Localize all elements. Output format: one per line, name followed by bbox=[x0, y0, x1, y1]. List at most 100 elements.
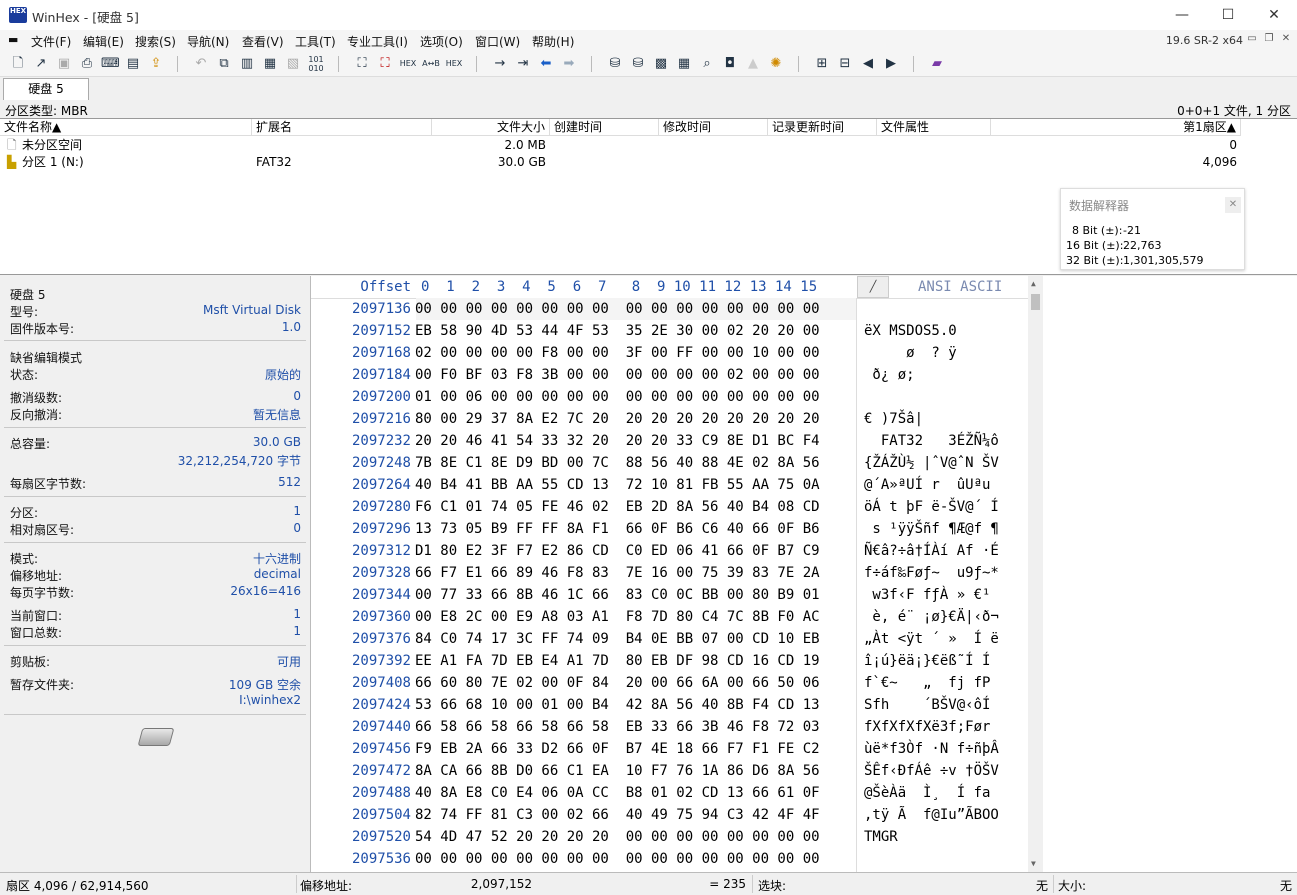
column-header-size[interactable]: 文件大小 bbox=[432, 119, 550, 136]
next-window-icon[interactable]: ▶ bbox=[882, 55, 900, 73]
previous-window-icon[interactable]: ◀ bbox=[859, 55, 877, 73]
ram-editor-icon[interactable]: ▩ bbox=[652, 55, 670, 73]
hex-row[interactable]: 2097280 F6 C1 01 74 05 FE 46 02 EB 2D 8A … bbox=[311, 496, 1028, 518]
find-text-icon[interactable]: ⛶ bbox=[353, 55, 371, 73]
copy-icon[interactable]: ⧉ bbox=[215, 55, 233, 73]
replace-hex-icon[interactable]: A↔B bbox=[422, 55, 440, 73]
hex-row-ascii[interactable]: TMGR bbox=[864, 826, 1024, 848]
hex-row[interactable]: 2097184 00 F0 BF 03 F8 3B 00 00 00 00 00 … bbox=[311, 364, 1028, 386]
column-header-attrs[interactable]: 文件属性 bbox=[877, 119, 991, 136]
hex-row-bytes[interactable]: 82 74 FF 81 C3 00 02 66 40 49 75 94 C3 4… bbox=[415, 804, 851, 826]
hex-row[interactable]: 2097376 84 C0 74 17 3C FF 74 09 B4 0E BB … bbox=[311, 628, 1028, 650]
menu-help[interactable]: 帮助(H) bbox=[532, 33, 574, 50]
close-button[interactable]: ✕ bbox=[1251, 0, 1297, 30]
hex-row-bytes[interactable]: F9 EB 2A 66 33 D2 66 0F B7 4E 18 66 F7 F… bbox=[415, 738, 851, 760]
hex-row-ascii[interactable]: ‚tÿ Ã f@Iu”ÃBOO bbox=[864, 804, 1024, 826]
find-hex-icon[interactable]: ⛶ bbox=[376, 55, 394, 73]
hex-row[interactable]: 2097344 00 77 33 66 8B 46 1C 66 83 C0 0C … bbox=[311, 584, 1028, 606]
column-header-ext[interactable]: 扩展名 bbox=[252, 119, 432, 136]
tab-disk-5[interactable]: 硬盘 5 bbox=[3, 78, 89, 100]
menu-pro-tools[interactable]: 专业工具(I) bbox=[347, 33, 408, 50]
hex-row-ascii[interactable]: öÁ t þF ë-ŠV@´ Í bbox=[864, 496, 1024, 518]
hex-row-bytes[interactable]: 40 8A E8 C0 E4 06 0A CC B8 01 02 CD 13 6… bbox=[415, 782, 851, 804]
column-header-recorded[interactable]: 记录更新时间 bbox=[768, 119, 877, 136]
scroll-thumb[interactable] bbox=[1031, 294, 1040, 310]
hex-editor[interactable]: Offset 0 1 2 3 4 5 6 7 8 9 10 11 12 13 1… bbox=[311, 276, 1043, 872]
hex-row-bytes[interactable]: 66 60 80 7E 02 00 0F 84 20 00 66 6A 00 6… bbox=[415, 672, 851, 694]
hex-row[interactable]: 2097440 66 58 66 58 66 58 66 58 EB 33 66 … bbox=[311, 716, 1028, 738]
hex-row-ascii[interactable]: ŠÊf‹ÐfÁê ÷v †ÖŠV bbox=[864, 760, 1024, 782]
clipboard-value[interactable]: 可用 bbox=[277, 653, 301, 670]
recover-icon[interactable]: ◘ bbox=[721, 55, 739, 73]
forward-icon[interactable]: ➡ bbox=[560, 55, 578, 73]
hex-row-ascii[interactable]: Ñ€â?÷â†ÍÀí Af ·É bbox=[864, 540, 1024, 562]
hex-row-ascii[interactable]: f÷áf‰Føƒ~ u9ƒ~* bbox=[864, 562, 1024, 584]
hex-row[interactable]: 2097264 40 B4 41 BB AA 55 CD 13 72 10 81 … bbox=[311, 474, 1028, 496]
hex-row-ascii[interactable]: „Àt <ÿt ´ » Í ë bbox=[864, 628, 1024, 650]
properties-icon[interactable]: ⌨ bbox=[101, 55, 120, 73]
hex-row[interactable]: 2097328 66 F7 E1 66 89 46 F8 83 7E 16 00 … bbox=[311, 562, 1028, 584]
hex-row-ascii[interactable]: € )7Šâ| bbox=[864, 408, 1024, 430]
cascade-windows-icon[interactable]: ⊟ bbox=[836, 55, 854, 73]
hex-row-bytes[interactable]: 20 20 46 41 54 33 32 20 20 20 33 C9 8E D… bbox=[415, 430, 851, 452]
hex-row-bytes[interactable]: 00 F0 BF 03 F8 3B 00 00 00 00 00 00 02 0… bbox=[415, 364, 851, 386]
hex-row-bytes[interactable]: 00 E8 2C 00 E9 A8 03 A1 F8 7D 80 C4 7C 8… bbox=[415, 606, 851, 628]
hex-row-bytes[interactable]: 84 C0 74 17 3C FF 74 09 B4 0E BB 07 00 C… bbox=[415, 628, 851, 650]
hex-row[interactable]: 2097312 D1 80 E2 3F F7 E2 86 CD C0 ED 06 … bbox=[311, 540, 1028, 562]
hex-row-bytes[interactable]: 66 F7 E1 66 89 46 F8 83 7E 16 00 75 39 8… bbox=[415, 562, 851, 584]
export-icon[interactable]: ⇪ bbox=[147, 55, 165, 73]
hex-row-bytes[interactable]: D1 80 E2 3F F7 E2 86 CD C0 ED 06 41 66 0… bbox=[415, 540, 851, 562]
hex-row-bytes[interactable]: 80 00 29 37 8A E2 7C 20 20 20 20 20 20 2… bbox=[415, 408, 851, 430]
search-icon[interactable]: ⌕ bbox=[698, 55, 716, 73]
offset-addr-value[interactable]: decimal bbox=[254, 567, 301, 581]
hex-row-ascii[interactable]: {ŽÁŽÙ½ |ˆV@ˆN ŠV bbox=[864, 452, 1024, 474]
open-disk-icon[interactable]: ⛁ bbox=[606, 55, 624, 73]
hex-row[interactable]: 2097200 01 00 06 00 00 00 00 00 00 00 00 … bbox=[311, 386, 1028, 408]
hex-row-bytes[interactable]: 54 4D 47 52 20 20 20 20 00 00 00 00 00 0… bbox=[415, 826, 851, 848]
clipboard-icon[interactable]: ▤ bbox=[124, 55, 142, 73]
mdi-minimize-icon[interactable]: ▭ bbox=[1244, 33, 1260, 47]
clone-disk-icon[interactable]: ⛁ bbox=[629, 55, 647, 73]
temp-folder-path[interactable]: I:\winhex2 bbox=[239, 693, 301, 707]
system-menu-icon[interactable]: ▬ bbox=[8, 33, 18, 46]
hex-row[interactable]: 2097136 00 00 00 00 00 00 00 00 00 00 00 … bbox=[311, 298, 1028, 320]
column-header-name[interactable]: 文件名称▲ bbox=[0, 119, 252, 136]
hex-row-bytes[interactable]: 53 66 68 10 00 01 00 B4 42 8A 56 40 8B F… bbox=[415, 694, 851, 716]
settings-gear-icon[interactable]: ✺ bbox=[767, 55, 785, 73]
hex-row[interactable]: 2097520 54 4D 47 52 20 20 20 20 00 00 00 … bbox=[311, 826, 1028, 848]
hex-row[interactable]: 2097216 80 00 29 37 8A E2 7C 20 20 20 20 … bbox=[311, 408, 1028, 430]
replace-text-icon[interactable]: HEX bbox=[399, 55, 417, 73]
goto-offset-icon[interactable]: → bbox=[491, 55, 509, 73]
hex-row-ascii[interactable]: ð¿ ø; bbox=[864, 364, 1024, 386]
minimize-button[interactable]: — bbox=[1159, 0, 1205, 30]
hex-row-ascii[interactable]: ëX MSDOS5.0 bbox=[864, 320, 1024, 342]
hex-row[interactable]: 2097488 40 8A E8 C0 E4 06 0A CC B8 01 02 … bbox=[311, 782, 1028, 804]
column-header-modified[interactable]: 修改时间 bbox=[659, 119, 768, 136]
column-header-created[interactable]: 创建时间 bbox=[550, 119, 659, 136]
hex-row-ascii[interactable]: s ¹ÿÿŠñf ¶Æ@f ¶ bbox=[864, 518, 1024, 540]
hex-row-bytes[interactable]: EB 58 90 4D 53 44 4F 53 35 2E 30 00 02 2… bbox=[415, 320, 851, 342]
hex-row-bytes[interactable]: 00 00 00 00 00 00 00 00 00 00 00 00 00 0… bbox=[415, 298, 851, 320]
hex-row-bytes[interactable]: 02 00 00 00 00 F8 00 00 3F 00 FF 00 00 1… bbox=[415, 342, 851, 364]
scroll-up-icon[interactable]: ▲ bbox=[1031, 279, 1036, 288]
hex-row-bytes[interactable]: 00 77 33 66 8B 46 1C 66 83 C0 0C BB 00 8… bbox=[415, 584, 851, 606]
hex-row-ascii[interactable]: ùë*f3Òf ·N f÷ñþÂ bbox=[864, 738, 1024, 760]
help-book-icon[interactable]: ▰ bbox=[928, 55, 946, 73]
hex-row-bytes[interactable]: 7B 8E C1 8E D9 BD 00 7C 88 56 40 88 4E 0… bbox=[415, 452, 851, 474]
mdi-restore-icon[interactable]: ❐ bbox=[1261, 33, 1277, 47]
hex-row[interactable]: 2097232 20 20 46 41 54 33 32 20 20 20 33 … bbox=[311, 430, 1028, 452]
hex-row-ascii[interactable]: f`€~ „ fj fP bbox=[864, 672, 1024, 694]
hex-row-ascii[interactable]: FAT32 3ÉŽÑ¼ô bbox=[864, 430, 1024, 452]
column-header-first-sector[interactable]: 第1扇区▲ bbox=[991, 119, 1241, 136]
hex-row-bytes[interactable]: F6 C1 01 74 05 FE 46 02 EB 2D 8A 56 40 B… bbox=[415, 496, 851, 518]
bytes-per-page-value[interactable]: 26x16=416 bbox=[230, 584, 301, 598]
print-icon[interactable]: ⎙ bbox=[78, 55, 96, 73]
paste-icon[interactable]: ▦ bbox=[261, 55, 279, 73]
close-icon[interactable]: ✕ bbox=[1225, 197, 1241, 213]
cut-icon[interactable]: ▥ bbox=[238, 55, 256, 73]
hex-row-ascii[interactable]: w3f‹F fƒÀ » €¹ bbox=[864, 584, 1024, 606]
save-icon[interactable]: ▣ bbox=[55, 55, 73, 73]
hex-row-ascii[interactable]: ø ? ÿ bbox=[864, 342, 1024, 364]
menu-search[interactable]: 搜索(S) bbox=[135, 33, 176, 50]
vertical-scrollbar[interactable]: ▲ ▼ bbox=[1028, 276, 1043, 872]
